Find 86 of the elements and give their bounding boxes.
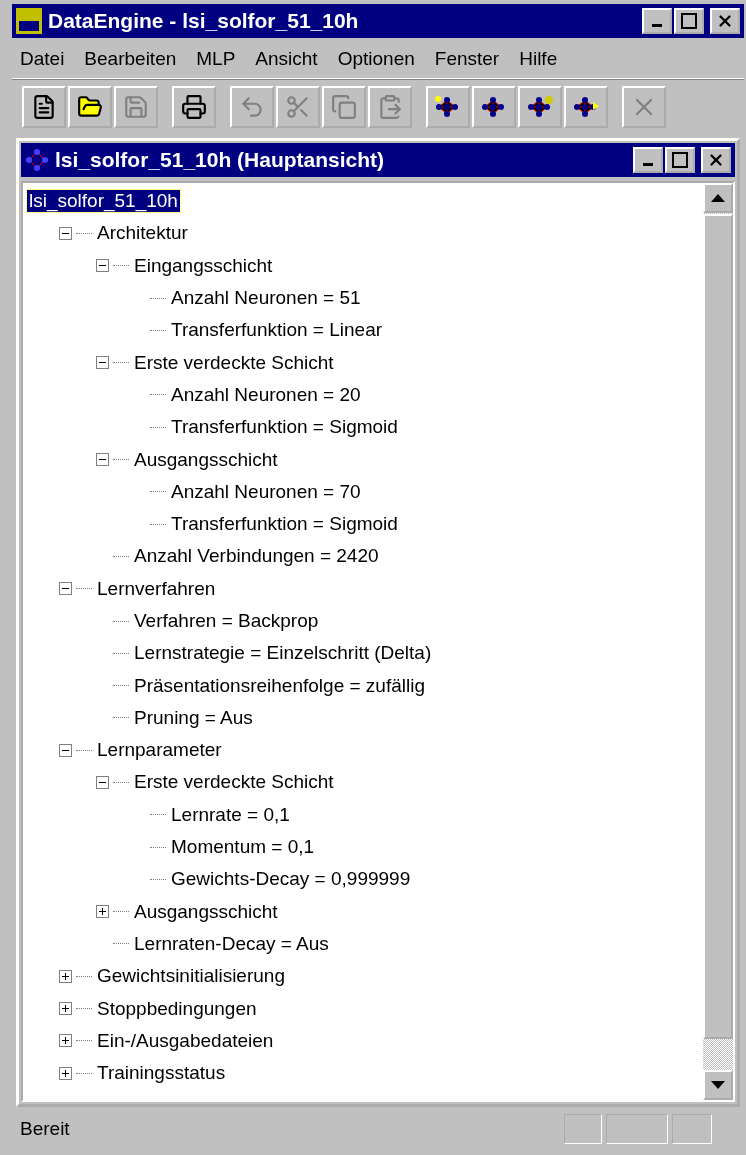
- menu-item[interactable]: Fenster: [434, 48, 500, 70]
- menu-item[interactable]: Optionen: [337, 48, 415, 70]
- collapse-toggle[interactable]: [96, 453, 109, 466]
- tree-item[interactable]: Anzahl Neuronen = 51: [169, 287, 363, 310]
- menu-item[interactable]: Datei: [20, 48, 65, 70]
- toolbar-button[interactable]: [172, 86, 216, 128]
- status-pane: [606, 1114, 668, 1144]
- collapse-toggle[interactable]: [96, 356, 109, 370]
- collapse-toggle[interactable]: [59, 743, 72, 757]
- maximize-button[interactable]: [665, 147, 695, 173]
- expand-toggle[interactable]: [59, 1034, 72, 1048]
- tree-item[interactable]: Momentum = 0,1: [169, 836, 317, 859]
- window-title: DataEngine - lsi_solfor_51_10h: [48, 9, 360, 33]
- expand-toggle[interactable]: [59, 1002, 72, 1016]
- collapse-toggle[interactable]: [59, 582, 72, 596]
- menu-item[interactable]: Hilfe: [519, 48, 558, 70]
- tree-item[interactable]: Anzahl Neuronen = 20: [169, 383, 363, 406]
- minimize-icon: [643, 163, 653, 166]
- toolbar-button[interactable]: [426, 86, 470, 128]
- app-icon: [16, 8, 42, 34]
- tree-item[interactable]: Anzahl Neuronen = 70: [169, 480, 363, 503]
- tree-item[interactable]: Verfahren = Backprop: [132, 610, 321, 632]
- menu-item[interactable]: Ansicht: [255, 48, 318, 70]
- toolbar-button[interactable]: [68, 86, 112, 128]
- tree-item[interactable]: Transferfunktion = Linear: [169, 319, 385, 342]
- tree-item[interactable]: Lernrate = 0,1: [169, 803, 292, 826]
- status-pane: [564, 1114, 602, 1144]
- tree-item[interactable]: Ein-/Ausgabedateien: [95, 1029, 276, 1052]
- tree-item[interactable]: Erste verdeckte Schicht: [132, 351, 336, 374]
- tree-item[interactable]: Transferfunktion = Sigmoid: [169, 513, 400, 536]
- up-arrow-icon: [711, 194, 725, 202]
- clipboard-icon: [377, 94, 403, 120]
- tree-item[interactable]: Ausgangsschicht: [132, 900, 280, 923]
- undo-icon: [239, 94, 265, 120]
- expand-toggle[interactable]: [59, 1066, 72, 1080]
- tree-item[interactable]: Erste verdeckte Schicht: [132, 771, 336, 794]
- close-icon: [716, 12, 734, 30]
- printer-icon: [181, 94, 207, 120]
- maximize-button[interactable]: [674, 8, 704, 34]
- scissors-icon: [285, 94, 311, 120]
- expand-toggle[interactable]: [59, 969, 72, 983]
- tree-item[interactable]: Trainingsstatus: [95, 1062, 228, 1085]
- minimize-button[interactable]: [633, 147, 663, 173]
- tree-item[interactable]: Stoppbedingungen: [95, 997, 259, 1020]
- network-icon: [25, 148, 49, 172]
- collapse-toggle[interactable]: [96, 776, 109, 789]
- tree-item[interactable]: lsi_solfor_51_10h: [27, 190, 180, 213]
- tree-item[interactable]: Transferfunktion = Sigmoid: [169, 416, 400, 439]
- tree-item[interactable]: Eingangsschicht: [132, 254, 275, 277]
- toolbar-button[interactable]: [564, 86, 608, 128]
- collapse-toggle[interactable]: [96, 259, 109, 273]
- tree-item[interactable]: Pruning = Aus: [132, 706, 255, 729]
- minimize-icon: [652, 24, 662, 27]
- tree-item[interactable]: Lernstrategie = Einzelschritt (Delta): [132, 642, 434, 665]
- status-text: Bereit: [20, 1118, 71, 1140]
- collapse-toggle[interactable]: [59, 226, 72, 240]
- document-icon: [31, 94, 57, 120]
- tree-item[interactable]: Architektur: [95, 222, 190, 245]
- network-icon: [525, 94, 555, 120]
- tree-item[interactable]: Lernraten-Decay = Aus: [132, 932, 331, 955]
- tree-item[interactable]: Gewichtsinitialisierung: [95, 965, 287, 988]
- tree-item[interactable]: Lernparameter: [95, 739, 224, 762]
- minimize-button[interactable]: [642, 8, 672, 34]
- maximize-icon: [672, 152, 688, 168]
- close-icon: [707, 151, 725, 169]
- tree-item[interactable]: Präsentationsreihenfolge = zufällig: [132, 674, 427, 697]
- save-icon: [123, 94, 149, 120]
- status-pane: [672, 1114, 712, 1144]
- folder-icon: [77, 94, 103, 120]
- expand-toggle[interactable]: [96, 905, 109, 919]
- maximize-icon: [681, 13, 697, 29]
- close-button[interactable]: [701, 147, 731, 173]
- toolbar-button[interactable]: [518, 86, 562, 128]
- close-button[interactable]: [710, 8, 740, 34]
- menu-item[interactable]: Bearbeiten: [84, 48, 177, 70]
- copy-icon: [331, 94, 357, 120]
- menu-item[interactable]: MLP: [196, 48, 236, 70]
- tree-item[interactable]: Ausgangsschicht: [132, 448, 280, 471]
- toolbar-button[interactable]: [472, 86, 516, 128]
- tree-item[interactable]: Lernverfahren: [95, 577, 218, 600]
- down-arrow-icon: [711, 1081, 725, 1089]
- network-icon: [571, 94, 601, 120]
- window-title: lsi_solfor_51_10h (Hauptansicht): [55, 148, 386, 172]
- tree-item[interactable]: Anzahl Verbindungen = 2420: [132, 545, 381, 568]
- tree-item[interactable]: Gewichts-Decay = 0,999999: [169, 868, 413, 891]
- toolbar-button[interactable]: [22, 86, 66, 128]
